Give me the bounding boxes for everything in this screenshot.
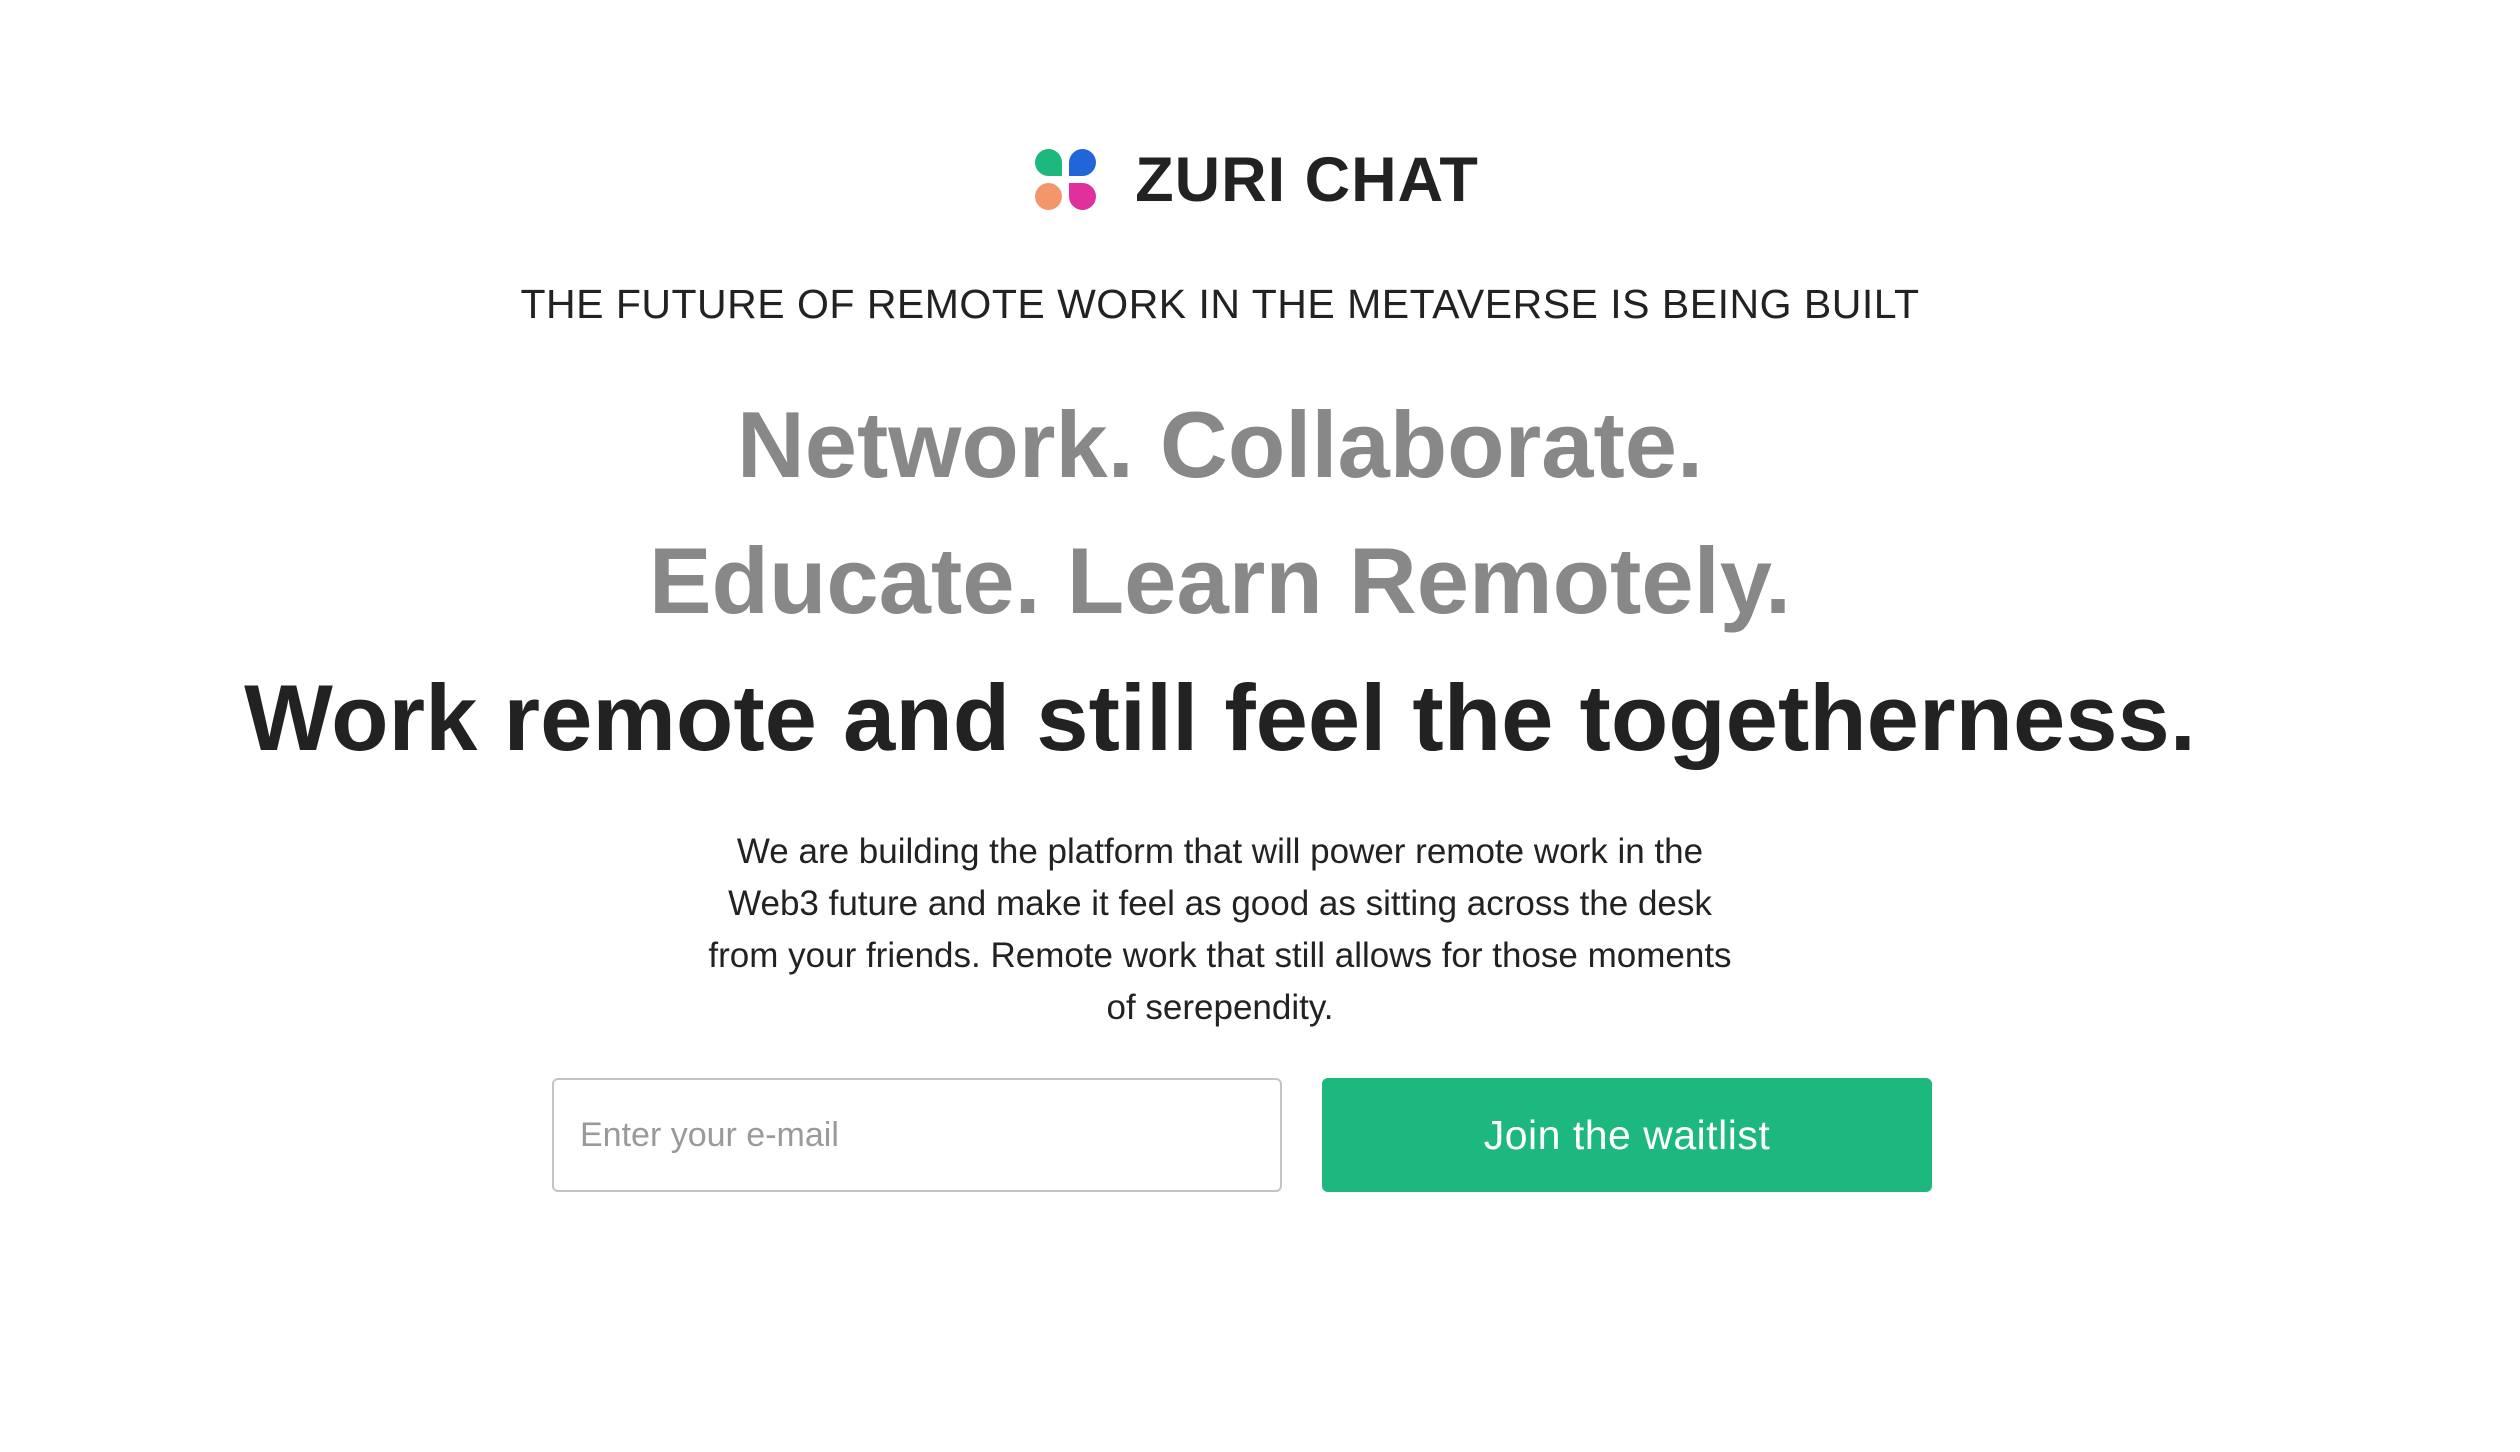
headline-line-3: Work remote and still feel the togethern… [244, 665, 2196, 770]
logo-dot-orange [1035, 183, 1063, 210]
tagline: THE FUTURE OF REMOTE WORK IN THE METAVER… [520, 281, 1920, 327]
logo-dot-green [1035, 149, 1063, 176]
headline-line-1: Network. Collaborate. [736, 392, 1704, 497]
logo-dot-blue [1069, 149, 1097, 176]
headline-line-2: Educate. Learn Remotely. [648, 528, 1792, 633]
logo-dot-pink [1069, 183, 1097, 210]
waitlist-form: Join the waitlist [552, 1078, 1932, 1192]
four-dots-logo-icon [1035, 149, 1097, 211]
description-paragraph: We are building the platform that will p… [708, 832, 1732, 1027]
landing-page: ZURI CHAT THE FUTURE OF REMOTE WORK IN T… [0, 0, 2520, 1452]
join-waitlist-button[interactable]: Join the waitlist [1322, 1078, 1932, 1192]
brand-header: ZURI CHAT [0, 140, 2517, 220]
brand-name: ZURI CHAT [1135, 144, 1479, 215]
email-input[interactable] [552, 1078, 1282, 1192]
